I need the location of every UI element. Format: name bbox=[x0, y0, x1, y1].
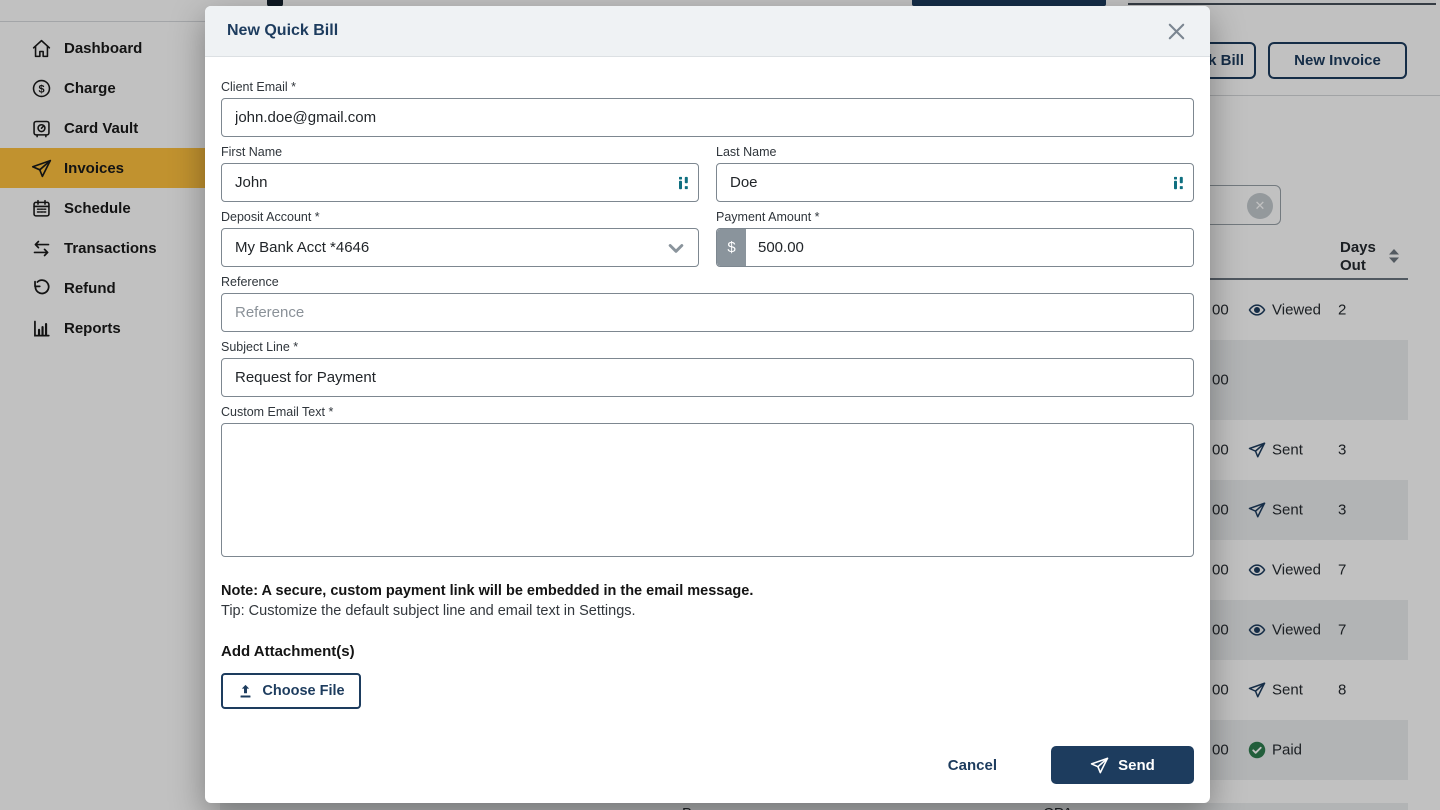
send-label: Send bbox=[1118, 757, 1155, 774]
subject-line-label: Subject Line * bbox=[221, 340, 1194, 354]
autofill-icon[interactable] bbox=[679, 176, 689, 189]
client-email-label: Client Email * bbox=[221, 80, 1194, 94]
new-quick-bill-modal: New Quick Bill Client Email * First Name bbox=[205, 6, 1210, 803]
payment-amount-field[interactable] bbox=[746, 229, 1193, 266]
note-text: Note: A secure, custom payment link will… bbox=[221, 581, 1194, 601]
choose-file-label: Choose File bbox=[262, 683, 344, 699]
deposit-account-select[interactable]: My Bank Acct *4646 bbox=[221, 228, 699, 267]
modal-title: New Quick Bill bbox=[227, 22, 338, 40]
deposit-account-label: Deposit Account * bbox=[221, 210, 699, 224]
reference-field[interactable] bbox=[221, 293, 1194, 332]
deposit-account-value: My Bank Acct *4646 bbox=[235, 239, 369, 256]
reference-label: Reference bbox=[221, 275, 1194, 289]
send-button[interactable]: Send bbox=[1051, 746, 1194, 784]
cancel-button[interactable]: Cancel bbox=[942, 756, 1003, 775]
upload-icon bbox=[237, 683, 254, 700]
currency-prefix: $ bbox=[717, 229, 746, 266]
choose-file-button[interactable]: Choose File bbox=[221, 673, 361, 709]
custom-email-text-field[interactable] bbox=[221, 423, 1194, 557]
modal-header: New Quick Bill bbox=[205, 6, 1210, 57]
client-email-field[interactable] bbox=[221, 98, 1194, 137]
autofill-icon[interactable] bbox=[1174, 176, 1184, 189]
close-icon[interactable] bbox=[1163, 18, 1190, 45]
chevron-down-icon bbox=[666, 238, 686, 258]
app-root: Dashboard $ Charge Card Vault Invoices bbox=[0, 0, 1440, 810]
payment-amount-label: Payment Amount * bbox=[716, 210, 1194, 224]
modal-body: Client Email * First Name Last Name bbox=[205, 57, 1210, 738]
tip-text: Tip: Customize the default subject line … bbox=[221, 601, 1194, 621]
payment-amount-group: $ bbox=[716, 228, 1194, 267]
custom-email-text-label: Custom Email Text * bbox=[221, 405, 1194, 419]
first-name-field[interactable] bbox=[221, 163, 699, 202]
attachments-heading: Add Attachment(s) bbox=[221, 643, 1194, 660]
first-name-label: First Name bbox=[221, 145, 699, 159]
last-name-field[interactable] bbox=[716, 163, 1194, 202]
last-name-label: Last Name bbox=[716, 145, 1194, 159]
subject-line-field[interactable] bbox=[221, 358, 1194, 397]
modal-footer: Cancel Send bbox=[205, 738, 1210, 803]
paper-plane-icon bbox=[1090, 756, 1109, 775]
